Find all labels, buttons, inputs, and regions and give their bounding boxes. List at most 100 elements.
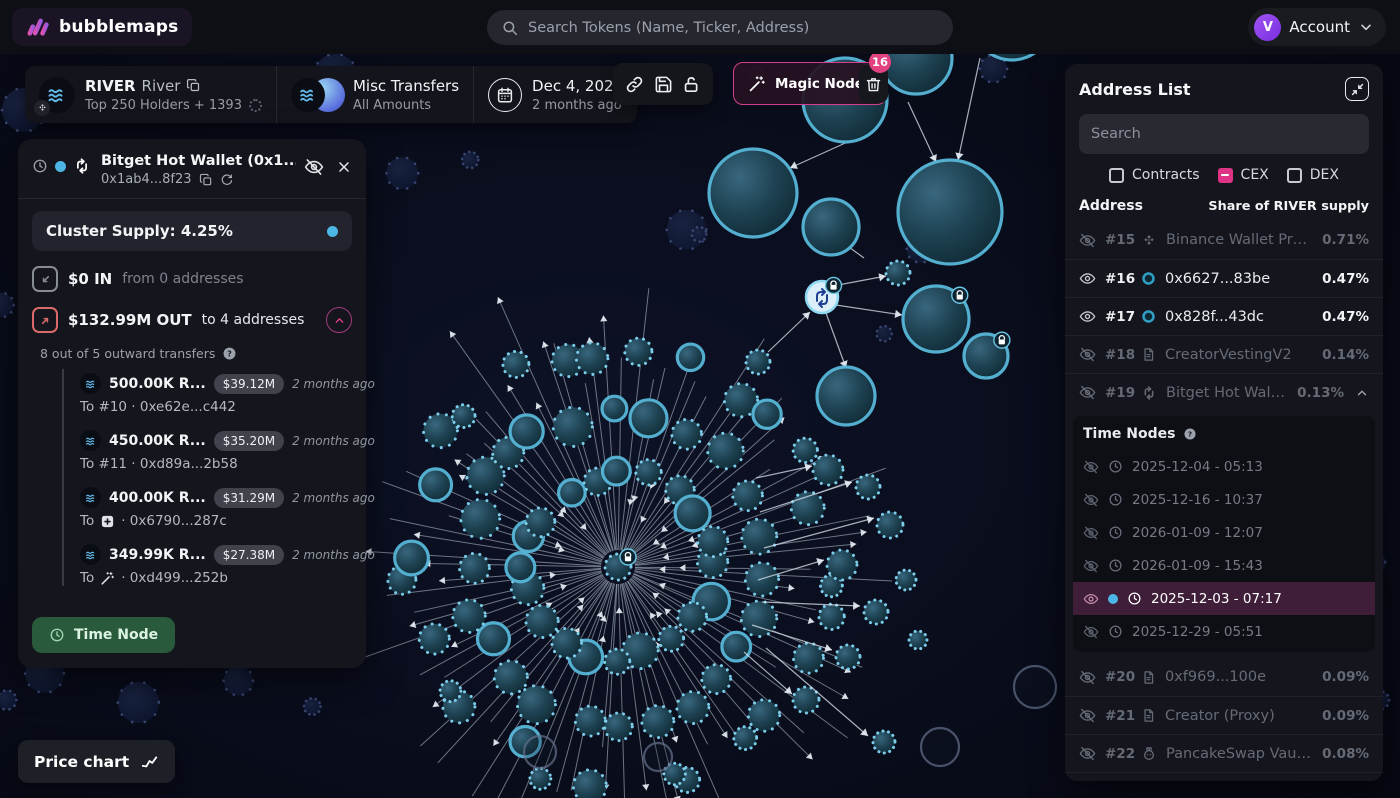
token-name: River	[142, 77, 181, 95]
checkbox-cex[interactable]	[1218, 168, 1233, 183]
time-node-row[interactable]: 2026-01-09 - 15:43	[1073, 549, 1375, 582]
clock-icon	[1108, 525, 1123, 540]
address-rank: #20	[1105, 669, 1132, 685]
address-search[interactable]	[1079, 114, 1369, 154]
share-link-button[interactable]	[625, 75, 644, 94]
address-row[interactable]: #170x828f...43dc0.47%	[1065, 297, 1383, 335]
time-node-row[interactable]: 2025-12-16 - 10:37	[1073, 483, 1375, 516]
file-glyph	[1141, 708, 1156, 723]
file-icon	[1141, 670, 1156, 685]
address-rank: #21	[1105, 708, 1132, 724]
eye-glyph	[1079, 669, 1096, 686]
collapse-outflows-button[interactable]	[326, 307, 352, 333]
address-row[interactable]: #19Bitget Hot Wall...0.13%	[1065, 373, 1383, 411]
address-row[interactable]: #18CreatorVestingV20.14%	[1065, 335, 1383, 373]
eye-off-icon[interactable]	[1079, 669, 1096, 686]
filter-dex[interactable]: DEX	[1287, 167, 1339, 183]
token-chip[interactable]: RIVER River Top 250 Holders + 1393	[25, 66, 276, 123]
copy-address-icon[interactable]	[199, 173, 213, 187]
checkbox-contracts[interactable]	[1109, 168, 1124, 183]
inflow-icon	[32, 266, 58, 292]
address-row[interactable]: #22PancakeSwap Vault ...0.08%	[1065, 734, 1383, 772]
pancake-icon	[1141, 746, 1157, 762]
clock-icon	[1108, 492, 1123, 507]
transfer-to-text: To #10 · 0xe62e...c442	[80, 399, 236, 415]
eye-off-icon[interactable]	[1083, 624, 1099, 640]
time-node-row[interactable]: 2025-12-04 - 05:13	[1073, 450, 1375, 483]
time-node-label: 2026-01-09 - 15:43	[1132, 558, 1263, 574]
eye-off-icon[interactable]	[1079, 707, 1096, 724]
eye-off-icon[interactable]	[1079, 745, 1096, 762]
collapse-panel-button[interactable]	[1345, 77, 1369, 101]
filter-contracts[interactable]: Contracts	[1109, 167, 1200, 183]
hide-node-icon[interactable]	[304, 157, 324, 177]
eye-icon[interactable]	[1079, 270, 1096, 287]
transfer-amount: 400.00K R...	[109, 490, 206, 506]
eye-off-icon[interactable]	[1083, 558, 1099, 574]
token-search-input[interactable]	[528, 20, 939, 36]
inflow-amount: $0 IN	[68, 270, 112, 288]
eye-icon[interactable]	[1083, 591, 1099, 607]
account-menu[interactable]: V Account	[1248, 8, 1386, 46]
time-node-label: 2025-12-29 - 05:51	[1132, 624, 1263, 640]
eye-icon[interactable]	[1079, 308, 1096, 325]
address-row[interactable]: #21Creator (Proxy)0.09%	[1065, 696, 1383, 734]
chevron-up-icon[interactable]	[1355, 386, 1369, 400]
file-icon	[1141, 708, 1156, 723]
transfer-destination: To· 0xd499...252b	[80, 570, 352, 586]
open-explorer-icon[interactable]	[220, 173, 234, 187]
eye-glyph	[1083, 492, 1099, 508]
price-chart-button[interactable]: Price chart	[18, 740, 175, 783]
unlock-button[interactable]	[682, 75, 701, 94]
time-node-button[interactable]: Time Node	[32, 617, 175, 653]
transfer-item[interactable]: 500.00K R...$39.12M2 months agoTo #10 · …	[80, 373, 352, 415]
outflow-row[interactable]: $132.99M OUT to 4 addresses	[32, 307, 352, 333]
filter-cex[interactable]: CEX	[1218, 167, 1269, 183]
address-share: 0.71%	[1322, 232, 1369, 248]
time-node-row[interactable]: 2025-12-29 - 05:51	[1073, 615, 1375, 648]
transfers-note: 8 out of 5 outward transfers	[40, 346, 215, 361]
address-name: 0xf969...100e	[1165, 669, 1313, 685]
compress-icon	[1350, 82, 1365, 97]
eye-off-icon[interactable]	[1079, 346, 1096, 363]
eye-off-icon[interactable]	[1083, 492, 1099, 508]
eye-off-icon[interactable]	[1083, 525, 1099, 541]
eye-off-icon[interactable]	[1083, 459, 1099, 475]
address-name: Bitget Hot Wall...	[1166, 385, 1288, 401]
transfer-destination: To #11 · 0xd89a...2b58	[80, 456, 352, 472]
eye-glyph	[1079, 707, 1096, 724]
checkbox-dex[interactable]	[1287, 168, 1302, 183]
address-row[interactable]: #200xf969...100e0.09%	[1065, 658, 1383, 696]
time-node-row[interactable]: 2026-01-09 - 12:07	[1073, 516, 1375, 549]
clock-glyph	[1127, 591, 1142, 606]
address-rows-bottom: #200xf969...100e0.09%#21Creator (Proxy)0…	[1065, 658, 1383, 781]
address-rows-top: #15Binance Wallet Prox...0.71%#160x6627.…	[1065, 221, 1383, 411]
transfer-item[interactable]: 400.00K R...$31.29M2 months agoTo· 0x679…	[80, 487, 352, 529]
filter-label: CEX	[1241, 167, 1269, 183]
address-rank: #16	[1105, 271, 1132, 287]
brand-logo[interactable]: bubblemaps	[12, 8, 192, 46]
time-nodes-help-icon[interactable]	[1183, 427, 1197, 441]
address-search-input[interactable]	[1091, 126, 1357, 142]
close-icon[interactable]	[336, 159, 352, 175]
time-node-row[interactable]: 2025-12-03 - 07:17	[1073, 582, 1375, 615]
save-button[interactable]	[654, 75, 673, 94]
token-search[interactable]	[487, 10, 953, 45]
help-icon[interactable]	[222, 346, 237, 361]
time-node-label: 2025-12-16 - 10:37	[1132, 492, 1263, 508]
token-icon	[80, 430, 101, 451]
magic-wand-icon	[748, 75, 766, 93]
transfer-item[interactable]: 450.00K R...$35.20M2 months agoTo #11 · …	[80, 430, 352, 472]
brand-name: bubblemaps	[59, 17, 178, 37]
transfer-mode-chip[interactable]: Misc Transfers All Amounts	[277, 66, 473, 123]
address-row[interactable]: #160x6627...83be0.47%	[1065, 259, 1383, 297]
inflow-row: $0 IN from 0 addresses	[32, 266, 352, 292]
eye-off-icon[interactable]	[1079, 232, 1096, 249]
transfer-item[interactable]: 349.99K R...$27.38M2 months agoTo· 0xd49…	[80, 544, 352, 586]
token-icon	[80, 487, 101, 508]
eye-off-icon[interactable]	[1079, 384, 1096, 401]
address-row[interactable]: #23CreatorVestingV20.08%	[1065, 772, 1383, 781]
address-row[interactable]: #15Binance Wallet Prox...0.71%	[1065, 221, 1383, 259]
column-address: Address	[1079, 198, 1143, 214]
copy-icon[interactable]	[186, 78, 201, 93]
